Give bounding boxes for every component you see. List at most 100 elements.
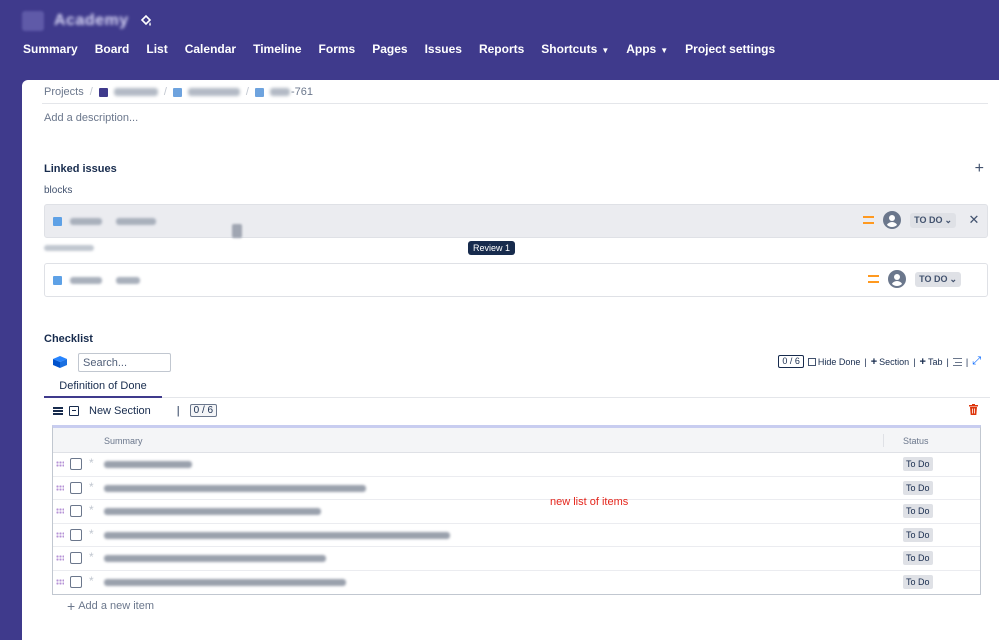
linked-issue-row[interactable]: TO DO ⌄ (44, 263, 988, 297)
delete-section-trash-icon[interactable] (969, 404, 978, 415)
item-checkbox[interactable] (70, 505, 82, 518)
add-tab-button[interactable]: + Tab (920, 356, 943, 368)
linked-issues-title: Linked issues (44, 163, 117, 175)
checklist-toolbar: 0 / 6 Hide Done | + Section | + Tab | | ⤢ (778, 355, 981, 368)
column-status: Status (903, 436, 929, 446)
item-status[interactable]: To Do (903, 574, 933, 589)
item-summary[interactable] (104, 508, 321, 516)
drag-handle-icon[interactable] (56, 531, 64, 538)
mandatory-star-icon: * (89, 573, 94, 588)
nav-calendar[interactable]: Calendar (185, 42, 236, 56)
add-section-button[interactable]: + Section (871, 356, 909, 368)
project-nav: Summary Board List Calendar Timeline For… (23, 42, 792, 56)
brand[interactable]: Academy (22, 11, 153, 31)
nav-shortcuts[interactable]: Shortcuts ▼ (541, 42, 609, 56)
mandatory-star-icon: * (89, 503, 94, 518)
breadcrumb-parent[interactable] (187, 88, 240, 96)
list-format-icon[interactable] (952, 357, 962, 366)
toolbar-separator: | (946, 356, 949, 367)
checklist-table: Summary Status * To Do * To Do * To Do *… (52, 425, 981, 595)
linked-issue-row[interactable]: TO DO ⌄ ✕ (44, 204, 988, 238)
item-summary[interactable] (104, 461, 192, 468)
toolbar-separator: | (913, 356, 916, 367)
nav-forms[interactable]: Forms (319, 42, 356, 56)
paint-bucket-icon[interactable] (139, 14, 153, 28)
description-field[interactable]: Add a description... (44, 112, 138, 124)
checklist-item-row: * To Do (53, 477, 980, 501)
nav-project-settings[interactable]: Project settings (685, 42, 775, 56)
item-checkbox[interactable] (70, 552, 82, 565)
breadcrumb-issue[interactable]: -761 (269, 86, 313, 98)
mandatory-star-icon: * (89, 479, 94, 494)
breadcrumb: Projects / / / -761 (44, 86, 313, 98)
add-new-item-button[interactable]: + Add a new item (67, 597, 154, 614)
item-checkbox[interactable] (70, 528, 82, 541)
item-status[interactable]: To Do (903, 480, 933, 495)
table-header: Summary Status (53, 428, 980, 453)
checklist-section-header: New Section | 0 / 6 (53, 404, 218, 417)
drag-handle-icon[interactable] (56, 578, 64, 585)
item-status[interactable]: To Do (903, 504, 933, 519)
breadcrumb-issue-key (269, 88, 290, 96)
cursor-icon (232, 224, 242, 238)
item-summary[interactable] (104, 555, 326, 563)
chevron-down-icon: ▼ (601, 45, 610, 55)
drag-handle-icon[interactable] (56, 508, 64, 515)
status-dropdown[interactable]: TO DO ⌄ (910, 212, 956, 228)
nav-issues[interactable]: Issues (425, 42, 462, 56)
plus-icon: + (67, 597, 76, 614)
fullscreen-expand-icon[interactable]: ⤢ (972, 355, 981, 368)
nav-apps[interactable]: Apps ▼ (626, 42, 668, 56)
breadcrumb-projects[interactable]: Projects (44, 86, 84, 98)
subtask-icon (254, 87, 264, 97)
divider (42, 103, 988, 104)
column-divider (883, 434, 884, 447)
linked-issue-summary[interactable] (116, 217, 156, 225)
item-checkbox[interactable] (70, 481, 82, 494)
checklist-item-row: * To Do (53, 547, 980, 571)
linked-issue-key[interactable] (70, 276, 102, 284)
item-status[interactable]: To Do (903, 457, 933, 471)
nav-board[interactable]: Board (95, 42, 130, 56)
item-checkbox[interactable] (70, 458, 82, 470)
checklist-search-input[interactable] (78, 353, 171, 372)
status-dropdown[interactable]: TO DO ⌄ (915, 271, 961, 287)
drag-handle-icon[interactable] (56, 461, 64, 467)
item-checkbox[interactable] (70, 575, 82, 588)
item-status[interactable]: To Do (903, 551, 933, 566)
avatar-icon[interactable] (888, 270, 907, 288)
nav-timeline[interactable]: Timeline (253, 42, 301, 56)
checklist-item-row: * To Do (53, 571, 980, 595)
linked-issue-actions: TO DO ⌄ (868, 270, 961, 288)
item-status[interactable]: To Do (903, 527, 933, 542)
tab-definition-of-done[interactable]: Definition of Done (44, 377, 162, 398)
drag-handle-icon[interactable] (53, 406, 63, 415)
subtask-icon (53, 275, 62, 285)
top-bar: Academy Summary Board List Calendar Time… (0, 0, 999, 80)
hide-done-toggle[interactable]: Hide Done (807, 357, 860, 367)
collapse-icon[interactable] (69, 405, 79, 416)
nav-reports[interactable]: Reports (479, 42, 524, 56)
toolbar-separator: | (864, 356, 867, 367)
tooltip: Review 1 (468, 241, 516, 255)
item-summary[interactable] (104, 484, 366, 492)
nav-pages[interactable]: Pages (372, 42, 407, 56)
priority-medium-icon (863, 216, 875, 224)
item-summary[interactable] (104, 531, 450, 539)
link-relation-label: blocks (44, 185, 73, 196)
breadcrumb-project[interactable] (113, 88, 158, 96)
linked-issue-summary[interactable] (116, 276, 140, 284)
avatar-icon[interactable] (883, 211, 902, 229)
mandatory-star-icon: * (89, 550, 94, 565)
nav-list[interactable]: List (146, 42, 167, 56)
item-summary[interactable] (104, 578, 346, 586)
remove-link-close-icon[interactable]: ✕ (967, 212, 981, 228)
drag-handle-icon[interactable] (56, 484, 64, 491)
breadcrumb-separator: / (89, 86, 93, 98)
drag-handle-icon[interactable] (56, 555, 64, 562)
checklist-item-row: * To Do (53, 524, 980, 548)
linked-issue-key[interactable] (70, 217, 102, 225)
add-link-plus-icon[interactable]: + (975, 161, 984, 177)
nav-summary[interactable]: Summary (23, 42, 78, 56)
section-name[interactable]: New Section (89, 405, 151, 417)
